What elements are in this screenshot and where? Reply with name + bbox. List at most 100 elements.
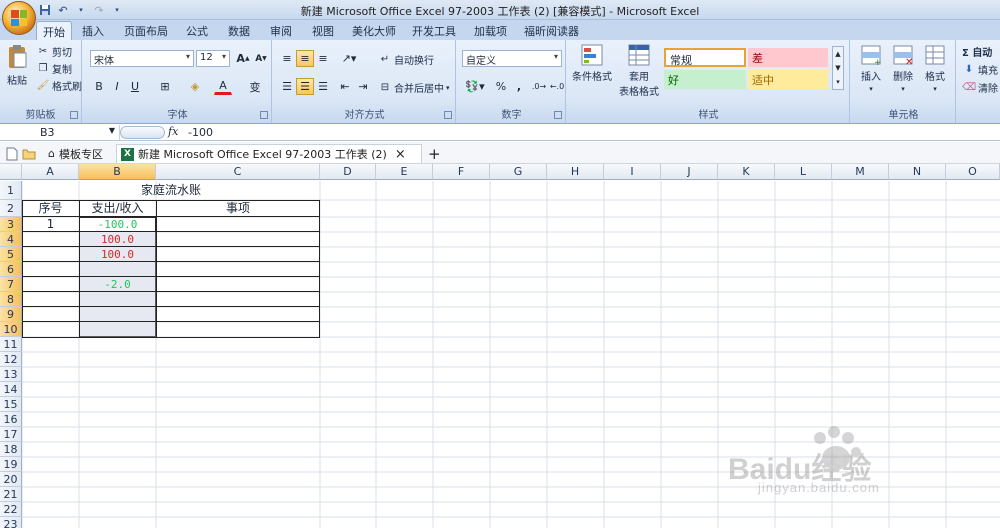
align-center-icon[interactable]: ☰	[296, 78, 314, 95]
currency-icon[interactable]: 💱▾	[462, 78, 488, 95]
tab-workbook[interactable]: X 新建 Microsoft Office Excel 97-2003 工作表 …	[116, 144, 422, 163]
italic-button[interactable]: I	[108, 78, 126, 95]
align-left-icon[interactable]: ☰	[278, 78, 296, 95]
style-normal[interactable]: 常规	[664, 48, 746, 67]
font-launcher-icon[interactable]	[260, 111, 268, 119]
tab-templates[interactable]: ⌂ 模板专区	[44, 144, 107, 163]
close-icon[interactable]: ×	[395, 147, 406, 162]
column-header[interactable]: A	[22, 164, 79, 180]
name-box[interactable]: B3 ▼	[0, 125, 120, 140]
align-right-icon[interactable]: ☰	[314, 78, 332, 95]
orientation-icon[interactable]: ↗▾	[336, 50, 362, 67]
shrink-font-button[interactable]: A ▼	[252, 50, 270, 67]
tab-home[interactable]: 开始	[36, 21, 72, 40]
add-tab-button[interactable]: +	[424, 144, 445, 163]
percent-button[interactable]: %	[492, 78, 510, 95]
paste-button[interactable]: 粘贴	[4, 44, 30, 87]
tab-developer[interactable]: 开发工具	[406, 21, 462, 40]
row-header[interactable]: 9	[0, 307, 22, 322]
column-header[interactable]: O	[946, 164, 1000, 180]
row-header[interactable]: 19	[0, 457, 22, 472]
grow-font-button[interactable]: A ▲	[234, 50, 252, 67]
row-header[interactable]: 3	[0, 217, 22, 232]
header-cell-index[interactable]: 序号	[22, 201, 79, 216]
format-cells-button[interactable]: 格式 ▾	[920, 44, 950, 93]
cell-b4[interactable]: 100.0	[79, 232, 156, 247]
tab-foxit-reader[interactable]: 福昕阅读器	[518, 21, 585, 40]
column-header[interactable]: G	[490, 164, 547, 180]
column-header[interactable]: I	[604, 164, 661, 180]
row-header[interactable]: 8	[0, 292, 22, 307]
row-header[interactable]: 6	[0, 262, 22, 277]
tab-beautify[interactable]: 美化大师	[346, 21, 402, 40]
row-header[interactable]: 18	[0, 442, 22, 457]
decrease-decimal-icon[interactable]: ←.0	[548, 78, 566, 95]
row-header[interactable]: 10	[0, 322, 22, 337]
row-header[interactable]: 13	[0, 367, 22, 382]
cell-a3[interactable]: 1	[22, 217, 79, 232]
merge-center-button[interactable]: ⊟ 合并后居中 ▾	[378, 80, 450, 96]
clear-button[interactable]: ⌫ 清除	[962, 80, 998, 96]
format-painter-button[interactable]: 🖌 格式刷	[36, 78, 82, 94]
bold-button[interactable]: B	[90, 78, 108, 95]
formula-input[interactable]: -100	[188, 126, 213, 139]
font-name-select[interactable]: 宋体 ▾	[90, 50, 194, 67]
increase-decimal-icon[interactable]: .0→	[530, 78, 548, 95]
column-header[interactable]: M	[832, 164, 889, 180]
wrap-text-button[interactable]: ↵ 自动换行	[378, 52, 434, 68]
format-as-table-button[interactable]: 套用 表格格式	[614, 44, 664, 98]
delete-cells-button[interactable]: ✕ 删除 ▾	[888, 44, 918, 93]
row-header[interactable]: 14	[0, 382, 22, 397]
row-header[interactable]: 7	[0, 277, 22, 292]
cell-b3[interactable]: -100.0	[79, 217, 156, 232]
font-size-select[interactable]: 12 ▾	[196, 50, 230, 67]
column-header[interactable]: K	[718, 164, 775, 180]
row-header[interactable]: 2	[0, 200, 22, 217]
row-header[interactable]: 1	[0, 181, 22, 200]
alignment-launcher-icon[interactable]	[444, 111, 452, 119]
tab-insert[interactable]: 插入	[76, 21, 110, 40]
comma-button[interactable]: ,	[510, 78, 528, 95]
row-header[interactable]: 12	[0, 352, 22, 367]
row-header[interactable]: 21	[0, 487, 22, 502]
column-header[interactable]: B	[79, 164, 156, 180]
clipboard-launcher-icon[interactable]	[70, 111, 78, 119]
cell-b5[interactable]: 100.0	[79, 247, 156, 262]
sheet-title[interactable]: 家庭流水账	[22, 181, 320, 199]
style-bad[interactable]: 差	[748, 48, 828, 67]
fill-color-icon[interactable]: ◈	[186, 78, 204, 95]
column-header[interactable]: H	[547, 164, 604, 180]
increase-indent-icon[interactable]: ⇥	[354, 78, 372, 95]
row-header[interactable]: 5	[0, 247, 22, 262]
row-header[interactable]: 15	[0, 397, 22, 412]
row-header[interactable]: 17	[0, 427, 22, 442]
cut-button[interactable]: ✂ 剪切	[36, 44, 72, 60]
tab-page-layout[interactable]: 页面布局	[118, 21, 174, 40]
number-launcher-icon[interactable]	[554, 111, 562, 119]
tab-formulas[interactable]: 公式	[180, 21, 214, 40]
row-header[interactable]: 11	[0, 337, 22, 352]
header-cell-amount[interactable]: 支出/收入	[79, 201, 156, 216]
column-header[interactable]: C	[156, 164, 320, 180]
column-header[interactable]: D	[320, 164, 376, 180]
tab-data[interactable]: 数据	[222, 21, 256, 40]
copy-button[interactable]: ❐ 复制	[36, 61, 72, 77]
column-header[interactable]: N	[889, 164, 946, 180]
insert-function-button[interactable]: fx	[168, 125, 182, 140]
font-color-button[interactable]: A	[214, 78, 232, 95]
column-header[interactable]: F	[433, 164, 490, 180]
border-icon[interactable]: ⊞	[156, 78, 174, 95]
column-header[interactable]: E	[376, 164, 433, 180]
tab-review[interactable]: 审阅	[264, 21, 298, 40]
folder-icon[interactable]	[18, 144, 40, 163]
fill-button[interactable]: ⬇ 填充	[962, 62, 998, 78]
row-header[interactable]: 20	[0, 472, 22, 487]
number-format-select[interactable]: 自定义 ▾	[462, 50, 562, 67]
row-header[interactable]: 4	[0, 232, 22, 247]
autosum-button[interactable]: Σ 自动	[962, 44, 992, 59]
row-header[interactable]: 16	[0, 412, 22, 427]
tab-addins[interactable]: 加载项	[468, 21, 513, 40]
header-cell-item[interactable]: 事项	[156, 201, 320, 216]
phonetic-button[interactable]: 变	[244, 78, 266, 95]
column-header[interactable]: L	[775, 164, 832, 180]
